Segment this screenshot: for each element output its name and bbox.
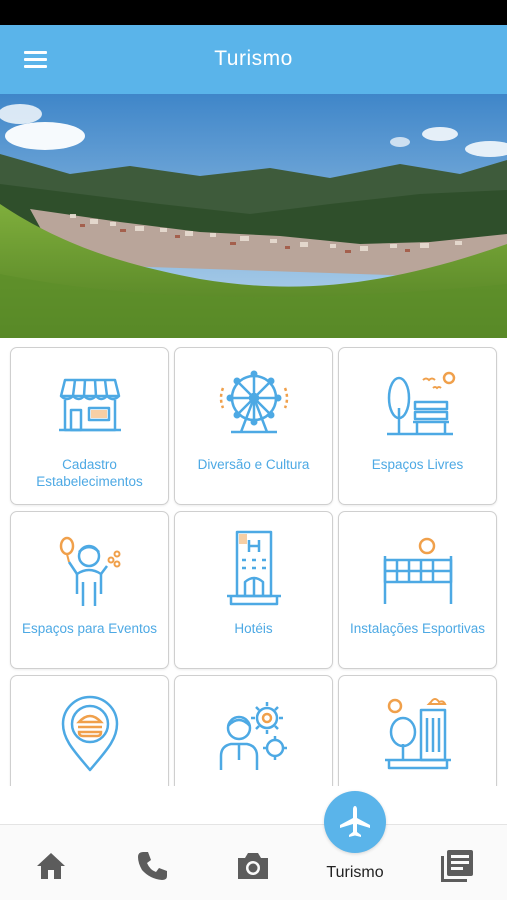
tile-servicos[interactable] (174, 675, 333, 786)
tile-espacos-livres[interactable]: Espaços Livres (338, 347, 497, 505)
tile-instalacoes-esportivas[interactable]: Instalações Esportivas (338, 511, 497, 669)
tile-diversao-e-cultura[interactable]: Diversão e Cultura (174, 347, 333, 505)
park-bench-icon (387, 371, 456, 436)
tile-label: Hotéis (234, 621, 273, 636)
tile-label: Espaços Livres (371, 457, 464, 472)
nav-camera-button[interactable] (233, 846, 273, 886)
food-location-pin-icon (61, 695, 119, 772)
news-list-icon (441, 850, 473, 882)
category-grid-container: Cadastro Estabelecimentos Diversão e Cul… (0, 338, 507, 786)
app-bar: Turismo (0, 25, 507, 94)
tile-espacos-para-eventos[interactable]: Espaços para Eventos (10, 511, 169, 669)
volleyball-net-icon (383, 537, 453, 604)
city-buildings-icon (385, 698, 451, 770)
person-gears-icon (219, 702, 287, 770)
party-person-balloons-icon (59, 536, 121, 606)
tile-label: Instalações Esportivas (349, 621, 486, 636)
tile-label: Cadastro Estabelecimentos (36, 457, 143, 489)
tile-pontos-turisticos[interactable] (338, 675, 497, 786)
home-icon (37, 853, 65, 879)
page-title: Turismo (214, 47, 293, 70)
tile-label: Espaços para Eventos (21, 621, 158, 636)
camera-icon (238, 853, 268, 879)
tile-cadastro-estabelecimentos[interactable]: Cadastro Estabelecimentos (10, 347, 169, 505)
nav-phone-button[interactable] (132, 846, 172, 886)
nav-turismo-button[interactable] (324, 791, 386, 853)
nav-home-button[interactable] (31, 846, 71, 886)
tile-hoteis[interactable]: Hotéis (174, 511, 333, 669)
storefront-icon (59, 378, 121, 432)
tile-label: Diversão e Cultura (197, 457, 310, 472)
status-bar (0, 0, 507, 25)
nav-news-button[interactable] (437, 846, 477, 886)
hotel-building-icon (227, 530, 281, 606)
tile-gastronomia[interactable] (10, 675, 169, 786)
phone-icon (138, 852, 167, 880)
airplane-icon (340, 806, 370, 837)
bottom-navigation: Turismo (0, 786, 507, 900)
ferris-wheel-icon (219, 370, 289, 434)
hero-landscape-image (0, 94, 507, 338)
nav-active-label: Turismo (326, 864, 384, 881)
